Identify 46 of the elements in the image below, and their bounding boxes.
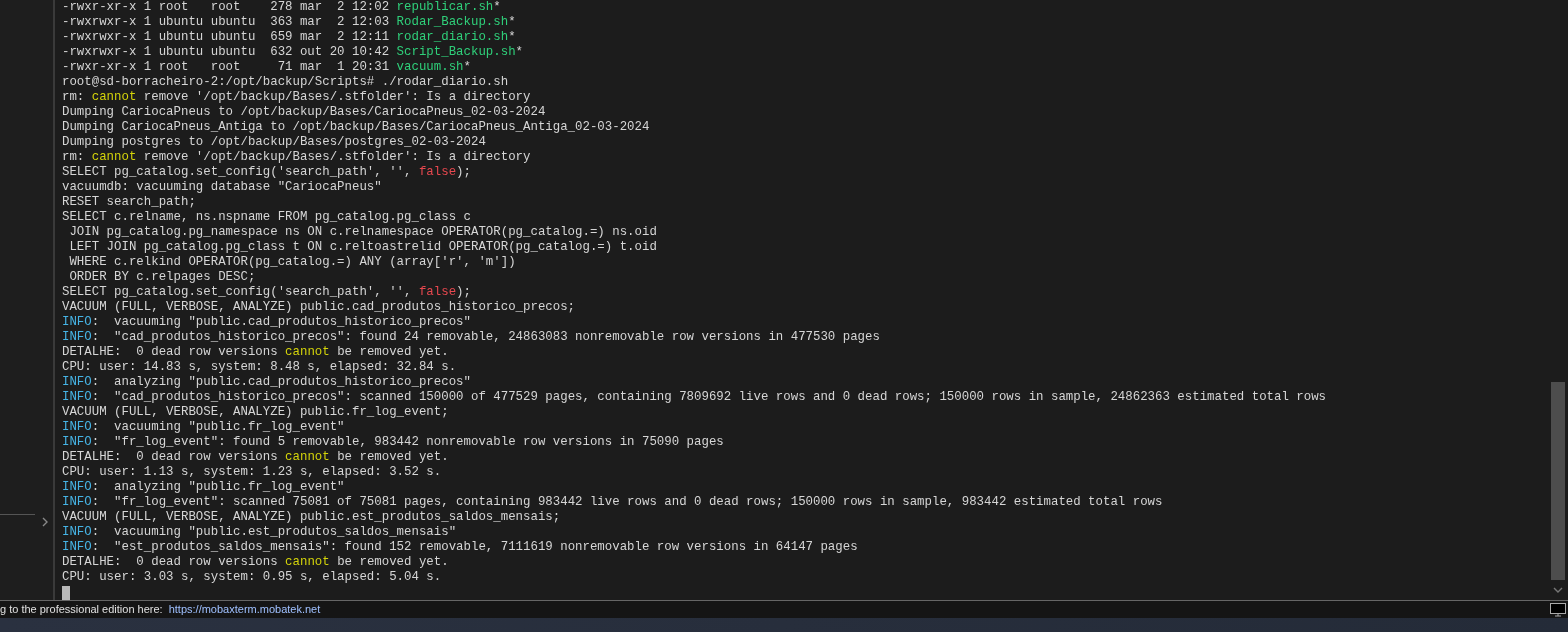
terminal-line: -rwxr-xr-x 1 root root 71 mar 1 20:31 vacuum.sh* bbox=[62, 60, 472, 75]
scrollbar-thumb[interactable] bbox=[1551, 382, 1565, 580]
terminal-line: VACUUM (FULL, VERBOSE, ANALYZE) public.fr_log_event; bbox=[62, 405, 450, 420]
terminal-line: WHERE c.relkind OPERATOR(pg_catalog.=) ANY (array['r', 'm']) bbox=[68, 255, 517, 270]
terminal-line: INFO: "cad_produtos_historico_precos": found 24 removable, 24863083 nonremovable row versions in 477530 pages bbox=[62, 330, 881, 345]
terminal-line: VACUUM (FULL, VERBOSE, ANALYZE) public.est_produtos_saldos_mensais; bbox=[62, 510, 562, 525]
terminal-line: SELECT pg_catalog.set_config('search_path', '', false); bbox=[62, 285, 472, 300]
terminal-line: -rwxr-xr-x 1 root root 278 mar 2 12:02 republicar.sh* bbox=[62, 0, 502, 15]
terminal-line: -rwxrwxr-x 1 ubuntu ubuntu 659 mar 2 12:11 rodar_diario.sh* bbox=[62, 30, 517, 45]
chevron-right-icon[interactable] bbox=[41, 517, 49, 527]
terminal-line: RESET search_path; bbox=[62, 195, 197, 210]
terminal-line: CPU: user: 1.13 s, system: 1.23 s, elapsed: 3.52 s. bbox=[62, 465, 443, 480]
monitor-icon[interactable] bbox=[1550, 602, 1566, 617]
terminal-line: INFO: "fr_log_event": scanned 75081 of 75081 pages, containing 983442 live rows and 0 dead rows; 150000 rows in sample, 983442 estimated total rows bbox=[62, 495, 1164, 510]
terminal-line: vacuumdb: vacuuming database "CariocaPneus" bbox=[62, 180, 383, 195]
terminal-line: ORDER BY c.relpages DESC; bbox=[68, 270, 257, 285]
status-message: g to the professional edition here: bbox=[0, 602, 163, 618]
terminal-line: -rwxrwxr-x 1 ubuntu ubuntu 363 mar 2 12:03 Rodar_Backup.sh* bbox=[62, 15, 517, 30]
terminal-line: root@sd-borracheiro-2:/opt/backup/Scripts# ./rodar_diario.sh bbox=[62, 75, 510, 90]
terminal-line: DETALHE: 0 dead row versions cannot be removed yet. bbox=[62, 450, 450, 465]
terminal-line: INFO: "fr_log_event": found 5 removable, 983442 nonremovable row versions in 75090 pages bbox=[62, 435, 725, 450]
terminal-line: CPU: user: 3.03 s, system: 0.95 s, elapsed: 5.04 s. bbox=[62, 570, 443, 585]
terminal-line: INFO: "est_produtos_saldos_mensais": found 152 removable, 7111619 nonremovable row versions in 64147 pages bbox=[62, 540, 859, 555]
chevron-down-icon[interactable] bbox=[1553, 586, 1563, 594]
text-cursor bbox=[62, 586, 70, 600]
website-link[interactable]: https://mobaxterm.mobatek.net bbox=[168, 601, 321, 618]
terminal-line: DETALHE: 0 dead row versions cannot be removed yet. bbox=[62, 345, 450, 360]
terminal-line: Dumping CariocaPneus_Antiga to /opt/backup/Bases/CariocaPneus_Antiga_02-03-2024 bbox=[62, 120, 651, 135]
terminal-line: INFO: analyzing "public.fr_log_event" bbox=[62, 480, 346, 495]
terminal-line: DETALHE: 0 dead row versions cannot be removed yet. bbox=[62, 555, 450, 570]
terminal-line: LEFT JOIN pg_catalog.pg_class t ON c.reltoastrelid OPERATOR(pg_catalog.=) t.oid bbox=[68, 240, 658, 255]
terminal-line: VACUUM (FULL, VERBOSE, ANALYZE) public.cad_produtos_historico_precos; bbox=[62, 300, 577, 315]
terminal-line: rm: cannot remove '/opt/backup/Bases/.stfolder': Is a directory bbox=[62, 150, 532, 165]
terminal-line: SELECT c.relname, ns.nspname FROM pg_catalog.pg_class c bbox=[62, 210, 472, 225]
terminal-line: Dumping postgres to /opt/backup/Bases/postgres_02-03-2024 bbox=[62, 135, 487, 150]
terminal-line: rm: cannot remove '/opt/backup/Bases/.stfolder': Is a directory bbox=[62, 90, 532, 105]
terminal-line: INFO: vacuuming "public.cad_produtos_historico_precos" bbox=[62, 315, 472, 330]
terminal-line: CPU: user: 14.83 s, system: 8.48 s, elapsed: 32.84 s. bbox=[62, 360, 458, 375]
terminal-line: INFO: analyzing "public.cad_produtos_historico_precos" bbox=[62, 375, 472, 390]
terminal-line: Dumping CariocaPneus to /opt/backup/Bases/CariocaPneus_02-03-2024 bbox=[62, 105, 547, 120]
terminal-line: INFO: vacuuming "public.fr_log_event" bbox=[62, 420, 346, 435]
terminal-line: -rwxrwxr-x 1 ubuntu ubuntu 632 out 20 10:42 Script_Backup.sh* bbox=[62, 45, 525, 60]
terminal-line: INFO: vacuuming "public.est_produtos_saldos_mensais" bbox=[62, 525, 458, 540]
terminal-line: INFO: "cad_produtos_historico_precos": scanned 150000 of 477529 pages, containing 7809692 live rows and 0 dead rows; 150000 rows in sample, 24862363 estimated total rows bbox=[62, 390, 1328, 405]
terminal-line: JOIN pg_catalog.pg_namespace ns ON c.relnamespace OPERATOR(pg_catalog.=) ns.oid bbox=[68, 225, 658, 240]
terminal-line: SELECT pg_catalog.set_config('search_path', '', false); bbox=[62, 165, 472, 180]
